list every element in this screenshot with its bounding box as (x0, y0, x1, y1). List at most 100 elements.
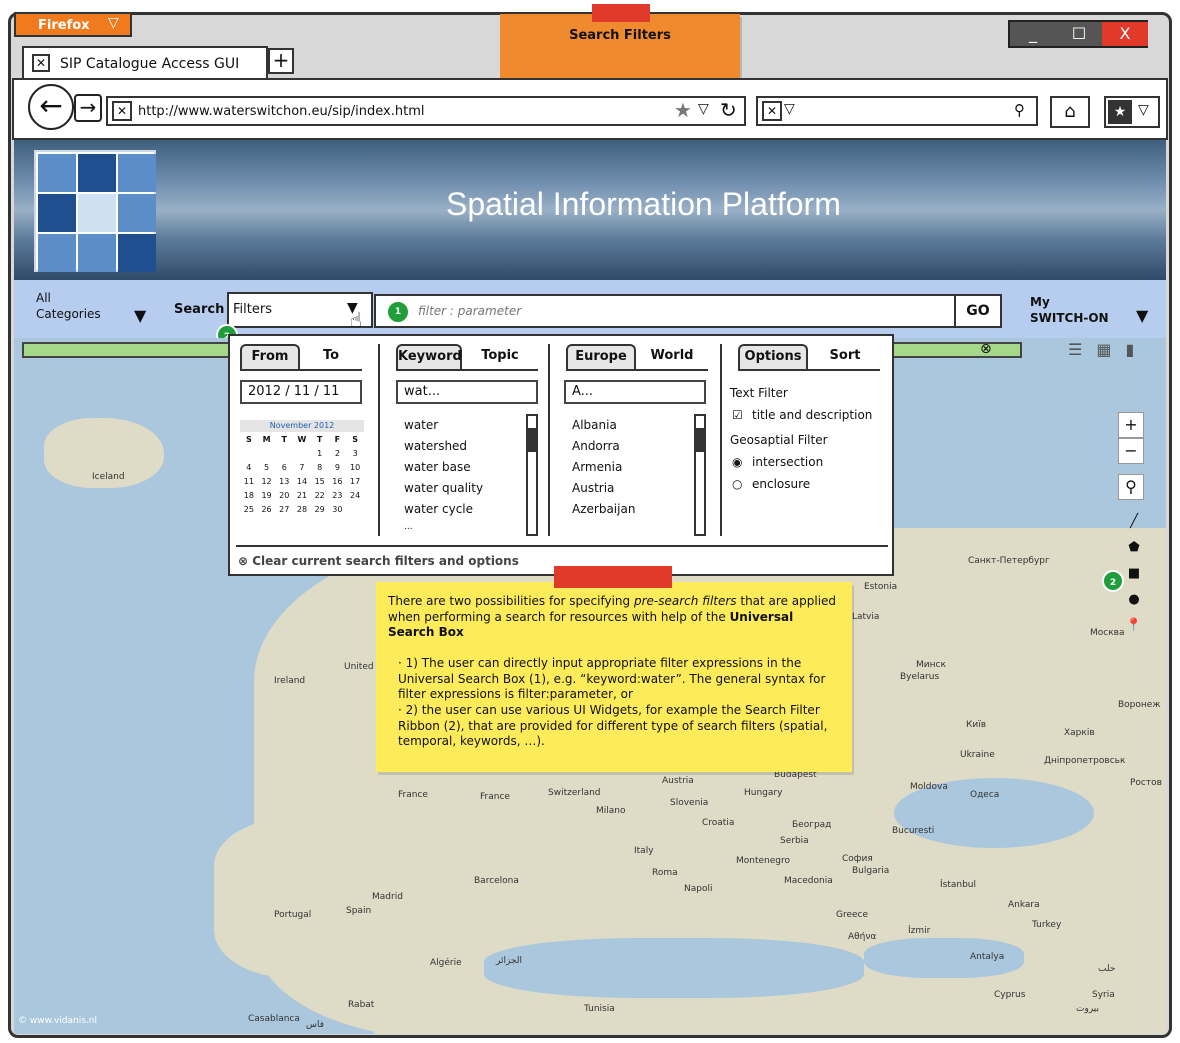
go-button[interactable]: GO (954, 294, 1002, 328)
reload-icon[interactable]: ↻ (720, 98, 737, 122)
universal-search-box[interactable]: 1 (374, 294, 956, 328)
my-switchon-menu[interactable]: My SWITCH-ON (1030, 294, 1109, 326)
site-logo[interactable] (34, 150, 156, 272)
draw-circle-icon[interactable]: ● (1124, 592, 1144, 607)
chevron-down-icon[interactable]: ▼ (134, 306, 146, 325)
zoom-in-button[interactable]: + (1118, 412, 1144, 438)
list-item[interactable]: Andorra (572, 439, 620, 453)
chevron-down-icon[interactable]: ▽ (698, 101, 709, 117)
draw-line-icon[interactable]: ╱ (1124, 514, 1144, 529)
tab-keyword[interactable]: Keyword (396, 344, 462, 370)
home-button[interactable]: ⌂ (1050, 96, 1090, 128)
tab-world[interactable]: World (642, 344, 702, 370)
list-item[interactable]: water (404, 418, 438, 432)
map-label: Turkey (1032, 920, 1062, 930)
list-item[interactable]: Austria (572, 481, 614, 495)
keyword-scrollbar[interactable] (526, 414, 538, 536)
forward-button[interactable]: → (74, 94, 102, 122)
list-item[interactable]: Albania (572, 418, 617, 432)
keyword-input[interactable]: wat... (396, 380, 538, 404)
chevron-down-icon[interactable]: ▼ (1136, 306, 1148, 325)
chevron-down-icon: ▽ (108, 15, 119, 31)
title-description-option[interactable]: title and description (752, 408, 872, 422)
radio-unselected-icon[interactable]: ○ (732, 477, 742, 491)
map-label: Algérie (430, 958, 462, 968)
list-item[interactable]: watershed (404, 439, 467, 453)
filters-dropdown-value: Filters (233, 302, 272, 317)
list-item[interactable]: water cycle (404, 502, 473, 516)
map-label: Switzerland (548, 788, 601, 798)
maximize-button[interactable]: ☐ (1056, 22, 1102, 46)
map-label: Iceland (92, 472, 125, 482)
list-item[interactable]: water quality (404, 481, 483, 495)
bookmarks-button[interactable]: ★ ▽ (1104, 96, 1160, 128)
view-mode-icons[interactable]: ☰▦▮ (1068, 340, 1148, 359)
url-text: http://www.waterswitchon.eu/sip/index.ht… (138, 104, 425, 119)
annotation-note: There are two possibilities for specifyi… (376, 566, 852, 772)
tab-title: SIP Catalogue Access GUI (60, 56, 240, 72)
clear-filters-link[interactable]: ⊗ Clear current search filters and optio… (238, 554, 519, 568)
list-item[interactable]: Armenia (572, 460, 622, 474)
browser-search-field[interactable]: ✕ ▽ ⚲ (756, 96, 1038, 126)
search-icon[interactable]: ⚲ (1118, 474, 1144, 500)
arrow-left-icon: ← (39, 89, 63, 122)
map-label: Одеса (970, 790, 1000, 800)
map-label: Austria (662, 776, 694, 786)
all-categories-menu[interactable]: All Categories (36, 290, 116, 322)
draw-rectangle-icon[interactable]: ■ (1124, 566, 1144, 581)
map-attribution: © www.vidanis.nl (18, 1016, 97, 1026)
place-marker-icon[interactable]: 📍 (1124, 618, 1144, 633)
minimize-button[interactable]: _ (1010, 22, 1056, 46)
date-input[interactable]: 2012 / 11 / 11 (240, 380, 362, 404)
map-label: Санкт-Петербург (968, 556, 1050, 566)
search-input[interactable] (416, 303, 920, 319)
address-bar[interactable]: ✕ http://www.waterswitchon.eu/sip/index.… (106, 96, 746, 126)
close-icon: ⊗ (238, 554, 249, 568)
search-engine-icon: ✕ (762, 101, 782, 121)
map-label: Київ (966, 720, 987, 730)
tape-decoration (592, 4, 650, 22)
map-label: Barcelona (474, 876, 519, 886)
back-button[interactable]: ← (28, 84, 74, 130)
tab-options[interactable]: Options (738, 344, 808, 370)
map-label: Bucuresti (892, 826, 935, 836)
tab-from[interactable]: From (240, 344, 300, 370)
list-item[interactable]: Azerbaijan (572, 502, 635, 516)
checkbox-checked-icon[interactable]: ☑ (732, 408, 743, 422)
zoom-out-button[interactable]: − (1118, 438, 1144, 464)
map-label: Ukraine (960, 750, 995, 760)
close-window-button[interactable]: X (1102, 22, 1148, 46)
bookmark-star-icon[interactable]: ★ (674, 98, 692, 122)
calendar-grid[interactable]: SMTWTFS 123 4 5 6 7 8 9 10 11 12 13 14 15 16 17 18 19… (240, 432, 364, 516)
browser-tab[interactable]: ✕ SIP Catalogue Access GUI (22, 46, 268, 80)
chevron-down-icon[interactable]: ▽ (784, 101, 795, 117)
calendar-widget[interactable]: November 2012 SMTWTFS 123 4 5 6 7 8 9 10 11 12 1… (240, 420, 364, 524)
tab-europe[interactable]: Europe (566, 344, 636, 370)
note-item-1: · 1) The user can directly input appropr… (398, 656, 826, 701)
region-scrollbar[interactable] (694, 414, 706, 536)
map-label: Greece (836, 910, 869, 920)
firefox-menu-button[interactable]: Firefox ▽ (14, 12, 132, 37)
map-label: Spain (346, 906, 372, 916)
close-icon[interactable]: ⊗ (980, 341, 992, 357)
map-label: بيروت (1076, 1004, 1100, 1014)
new-tab-button[interactable]: + (268, 48, 294, 74)
intersection-option[interactable]: intersection (752, 455, 823, 469)
map-label: Минск (916, 660, 946, 670)
list-item[interactable]: water base (404, 460, 471, 474)
map-label: Byelarus (900, 672, 940, 682)
tab-to[interactable]: To (306, 344, 356, 370)
draw-polygon-icon[interactable]: ⬟ (1124, 540, 1144, 555)
map-label: Rabat (348, 1000, 375, 1010)
map-label: Latvia (852, 612, 880, 622)
radio-selected-icon[interactable]: ◉ (732, 455, 742, 469)
search-icon[interactable]: ⚲ (1014, 101, 1025, 119)
map-label: United (344, 662, 374, 672)
page-title: Spatial Information Platform (446, 186, 841, 222)
map-label: Харків (1064, 728, 1095, 738)
tab-sort[interactable]: Sort (820, 344, 870, 370)
map-label: Cyprus (994, 990, 1026, 1000)
region-input[interactable]: A... (564, 380, 706, 404)
enclosure-option[interactable]: enclosure (752, 477, 810, 491)
tab-topic[interactable]: Topic (470, 344, 530, 370)
